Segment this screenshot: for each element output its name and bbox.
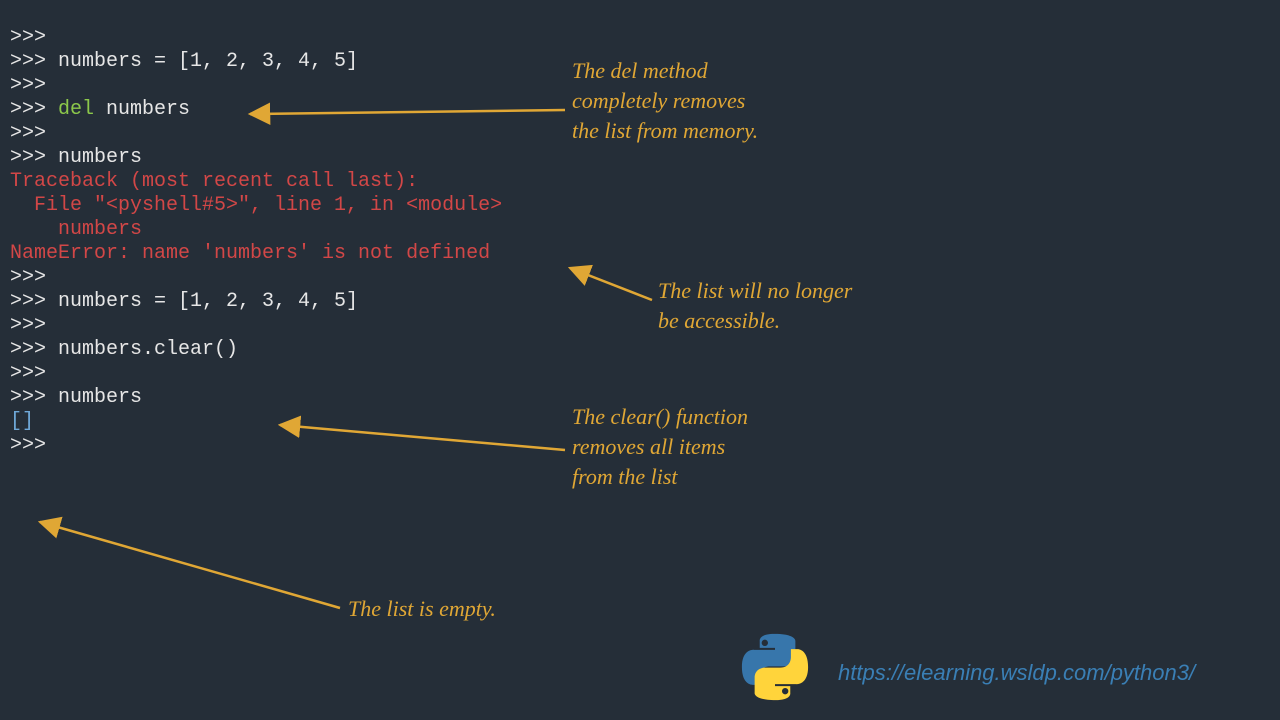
- arrow-icon: [570, 268, 652, 300]
- source-url: https://elearning.wsldp.com/python3/: [838, 660, 1195, 686]
- traceback-line: File "<pyshell#5>", line 1, in <module>: [10, 194, 502, 217]
- code-line: >>> del numbers: [10, 98, 190, 121]
- prompt: >>>: [10, 434, 46, 457]
- arrow-icon: [40, 522, 340, 608]
- code-line: >>> numbers = [1, 2, 3, 4, 5]: [10, 50, 358, 73]
- python-logo-icon: [740, 632, 810, 702]
- code-line: >>> numbers: [10, 146, 142, 169]
- identifier: numbers: [94, 98, 190, 121]
- prompt: >>>: [10, 122, 46, 145]
- prompt: >>>: [10, 74, 46, 97]
- code-line: >>> numbers: [10, 386, 142, 409]
- annotation-clear: The clear() function removes all items f…: [572, 402, 748, 492]
- output-line: []: [10, 410, 34, 433]
- traceback-line: Traceback (most recent call last):: [10, 170, 418, 193]
- prompt: >>>: [10, 26, 46, 49]
- keyword-del: del: [58, 98, 94, 121]
- traceback-line: NameError: name 'numbers' is not defined: [10, 242, 490, 265]
- annotation-empty: The list is empty.: [348, 594, 496, 624]
- prompt: >>>: [10, 314, 46, 337]
- prompt: >>>: [10, 266, 46, 289]
- traceback-line: numbers: [10, 218, 142, 241]
- annotation-del: The del method completely removes the li…: [572, 56, 758, 146]
- python-shell: >>> >>> numbers = [1, 2, 3, 4, 5] >>> >>…: [10, 2, 502, 458]
- code-line: >>> numbers = [1, 2, 3, 4, 5]: [10, 290, 358, 313]
- prompt: >>>: [10, 98, 58, 121]
- code-line: >>> numbers.clear(): [10, 338, 238, 361]
- annotation-accessible: The list will no longer be accessible.: [658, 276, 852, 336]
- prompt: >>>: [10, 362, 46, 385]
